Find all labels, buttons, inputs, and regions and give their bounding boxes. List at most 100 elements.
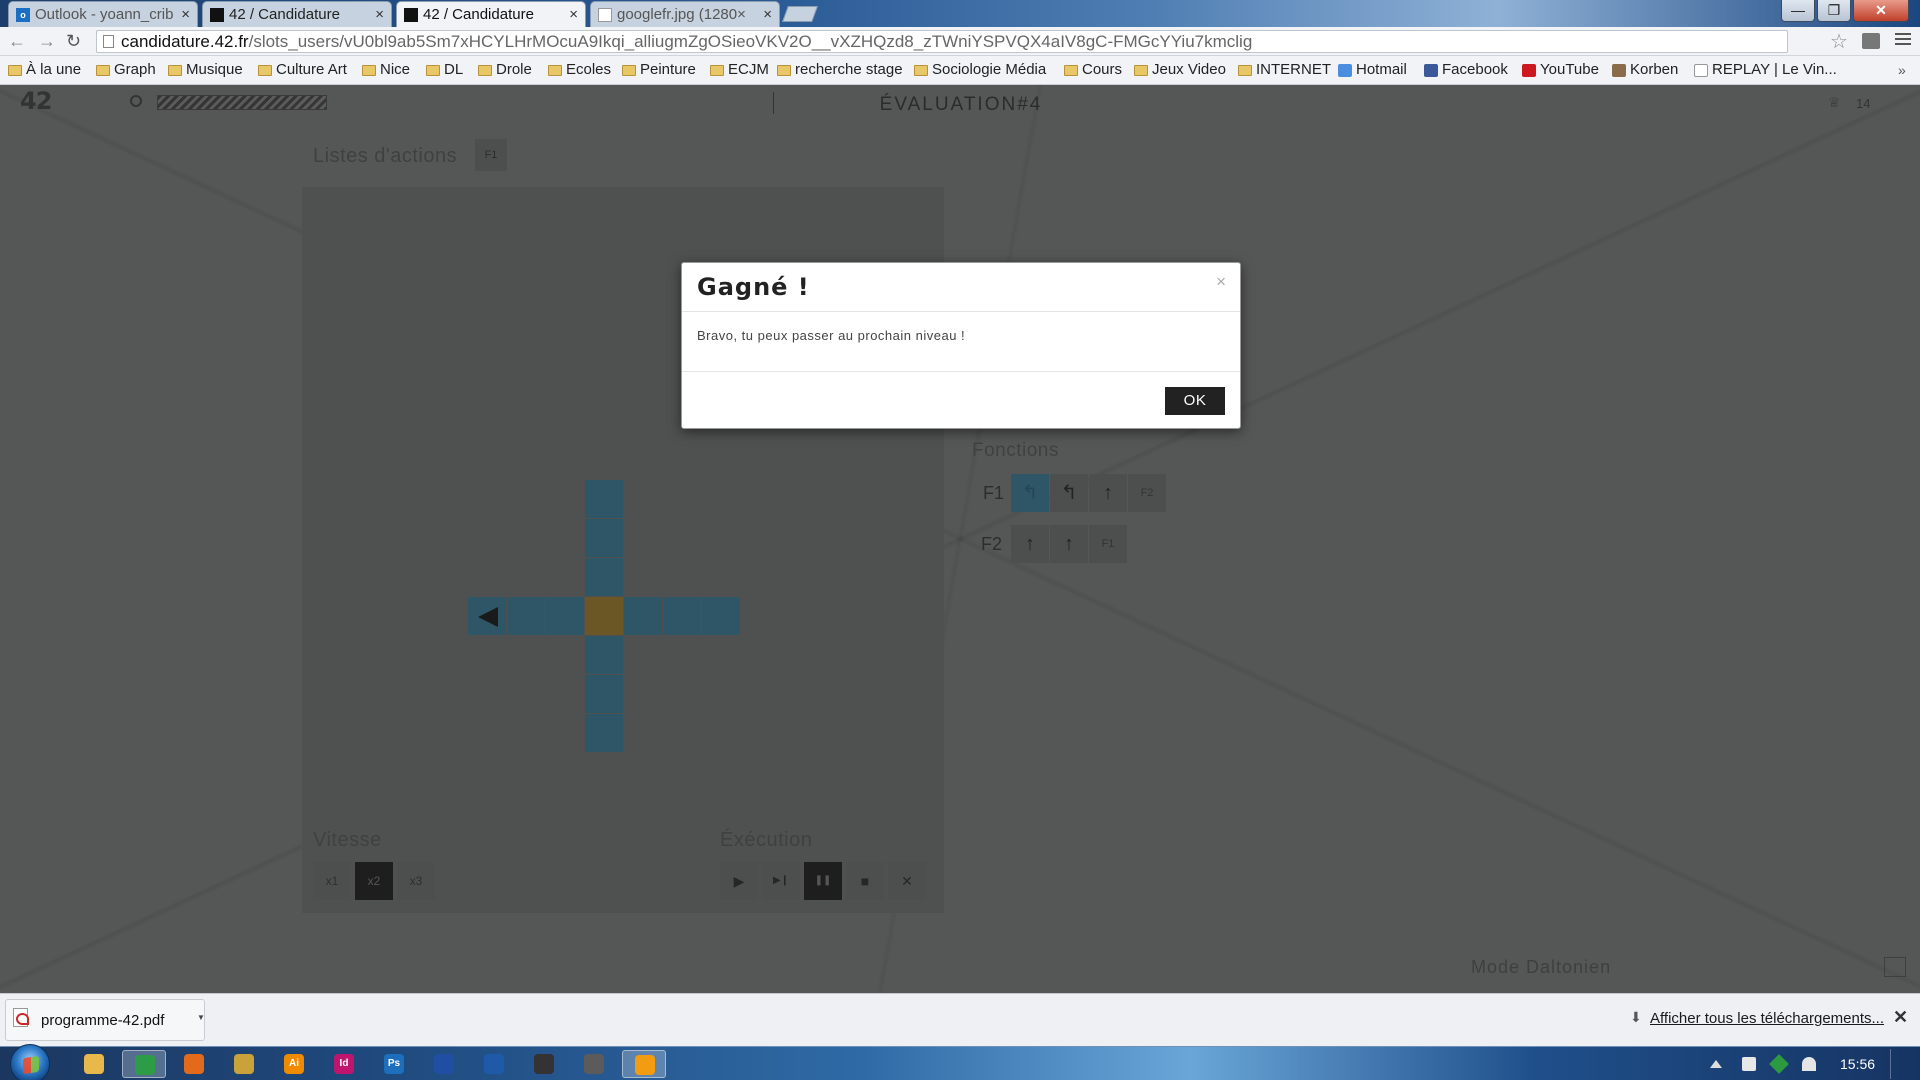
taskbar-media-app[interactable] [422, 1050, 466, 1078]
taskbar-chrome[interactable] [122, 1050, 166, 1078]
grid-cell [546, 597, 584, 635]
folder-icon [362, 65, 376, 76]
show-all-downloads-link[interactable]: Afficher tous les téléchargements... [1650, 1010, 1884, 1027]
bookmark-ecjm[interactable]: ECJM [708, 56, 769, 84]
taskbar-firefox[interactable] [172, 1050, 216, 1078]
new-tab-button[interactable] [782, 6, 818, 22]
bookmark-ecoles[interactable]: Ecoles [546, 56, 611, 84]
f1-slot-turn-left[interactable]: ↰ [1050, 474, 1088, 512]
bookmark-graph[interactable]: Graph [94, 56, 156, 84]
speed-x1-button[interactable]: x1 [313, 862, 351, 900]
taskbar-unknown-app[interactable] [222, 1050, 266, 1078]
folder-icon [1238, 65, 1252, 76]
bookmark-hotmail[interactable]: Hotmail [1336, 56, 1407, 84]
bookmarks-overflow-button[interactable]: » [1898, 56, 1906, 84]
pause-button[interactable]: ❚❚ [804, 862, 842, 900]
f2-slot-call-f1[interactable]: F1 [1089, 525, 1127, 563]
close-icon[interactable]: × [1216, 272, 1226, 292]
bookmark-recherche-stage[interactable]: recherche stage [775, 56, 903, 84]
download-item[interactable]: programme-42.pdf ▼ [5, 999, 205, 1041]
grid-cell [585, 558, 623, 596]
address-bar[interactable]: candidature.42.fr/slots_users/vU0bl9ab5S… [96, 30, 1788, 53]
system-clock[interactable]: 15:56 [1840, 1056, 1875, 1072]
drive-sync-icon[interactable] [1769, 1054, 1789, 1074]
tray-expand-icon[interactable] [1710, 1060, 1722, 1068]
close-icon[interactable]: × [181, 2, 190, 27]
bookmark-replay[interactable]: REPLAY | Le Vin... [1692, 56, 1837, 84]
bookmark-facebook[interactable]: Facebook [1422, 56, 1508, 84]
taskbar-utility-app[interactable] [572, 1050, 616, 1078]
tab-candidature-active[interactable]: 42 / Candidature × [396, 1, 586, 27]
windows-taskbar: Ai Id Ps 15:56 [0, 1044, 1920, 1080]
step-button[interactable]: ▶❙ [762, 862, 800, 900]
taskbar-vlc[interactable] [622, 1050, 666, 1078]
taskbar-photoshop[interactable]: Ps [372, 1050, 416, 1078]
folder-icon [168, 65, 182, 76]
show-desktop-button[interactable] [1890, 1049, 1918, 1079]
f2-slot-forward[interactable]: ↑ [1050, 525, 1088, 563]
time-progress-bar [157, 95, 327, 110]
extension-icon[interactable] [1862, 33, 1880, 49]
bookmark-nice[interactable]: Nice [360, 56, 410, 84]
volume-icon[interactable] [1742, 1057, 1756, 1071]
taskbar-indesign[interactable]: Id [322, 1050, 366, 1078]
bookmark-culture-art[interactable]: Culture Art [256, 56, 347, 84]
close-window-button[interactable]: ✕ [1853, 0, 1909, 22]
folder-icon [8, 65, 22, 76]
speed-x3-button[interactable]: x3 [397, 862, 435, 900]
f1-slot-forward[interactable]: ↑ [1089, 474, 1127, 512]
bookmark-jeux-video[interactable]: Jeux Video [1132, 56, 1226, 84]
stop-button[interactable]: ■ [846, 862, 884, 900]
bookmark-label: À la une [26, 61, 82, 78]
speed-x2-button[interactable]: x2 [355, 862, 393, 900]
ok-button[interactable]: OK [1165, 387, 1225, 415]
url-host: candidature.42.fr [121, 32, 249, 51]
bookmark-peinture[interactable]: Peinture [620, 56, 696, 84]
outlook-icon: o [16, 8, 30, 22]
bookmark-musique[interactable]: Musique [166, 56, 243, 84]
taskbar-dvd-app[interactable] [472, 1050, 516, 1078]
bookmark-a-la-une[interactable]: À la une [6, 56, 81, 84]
bookmark-youtube[interactable]: YouTube [1520, 56, 1599, 84]
close-icon[interactable]: × [569, 2, 578, 27]
maximize-button[interactable]: ❐ [1817, 0, 1851, 22]
f1-slot-turn-left[interactable]: ↰ [1011, 474, 1049, 512]
back-button[interactable]: ← [8, 31, 26, 51]
bookmark-drole[interactable]: Drole [476, 56, 532, 84]
folder-icon [1064, 65, 1078, 76]
bookmark-cours[interactable]: Cours [1062, 56, 1122, 84]
media-app-icon [434, 1054, 454, 1074]
bookmark-dl[interactable]: DL [424, 56, 463, 84]
colorblind-toggle[interactable] [1884, 957, 1906, 977]
start-button[interactable] [10, 1044, 50, 1080]
close-icon[interactable]: × [763, 2, 772, 27]
bookmark-korben[interactable]: Korben [1610, 56, 1678, 84]
close-download-bar-button[interactable]: ✕ [1893, 1007, 1908, 1028]
tab-googlefr[interactable]: googlefr.jpg (1280× × [590, 1, 780, 27]
close-icon[interactable]: × [375, 2, 384, 27]
tab-candidature-1[interactable]: 42 / Candidature × [202, 1, 392, 27]
play-button[interactable]: ▶ [720, 862, 758, 900]
taskbar-unity[interactable] [522, 1050, 566, 1078]
f2-slot-forward[interactable]: ↑ [1011, 525, 1049, 563]
f1-slot-call-f2[interactable]: F2 [1128, 474, 1166, 512]
minimize-button[interactable]: — [1781, 0, 1815, 22]
bookmark-sociologie-media[interactable]: Sociologie Média [912, 56, 1046, 84]
menu-icon[interactable] [1895, 33, 1911, 47]
utility-app-icon [584, 1054, 604, 1074]
speed-label: Vitesse [313, 829, 382, 851]
taskbar-illustrator[interactable]: Ai [272, 1050, 316, 1078]
photoshop-icon: Ps [384, 1054, 404, 1074]
reset-button[interactable]: ✕ [888, 862, 926, 900]
chevron-down-icon[interactable]: ▼ [197, 1013, 205, 1022]
bookmark-internet[interactable]: INTERNET [1236, 56, 1331, 84]
actions-f1-tab[interactable]: F1 [475, 139, 507, 171]
tab-outlook[interactable]: o Outlook - yoann_crib × [8, 1, 198, 27]
bookmark-star-icon[interactable]: ☆ [1830, 29, 1848, 54]
grid-cell [585, 636, 623, 674]
grid-cell [585, 480, 623, 518]
network-icon[interactable] [1802, 1057, 1816, 1071]
taskbar-explorer[interactable] [72, 1050, 116, 1078]
forward-button[interactable]: → [38, 31, 56, 51]
reload-button[interactable]: ↻ [66, 31, 81, 51]
